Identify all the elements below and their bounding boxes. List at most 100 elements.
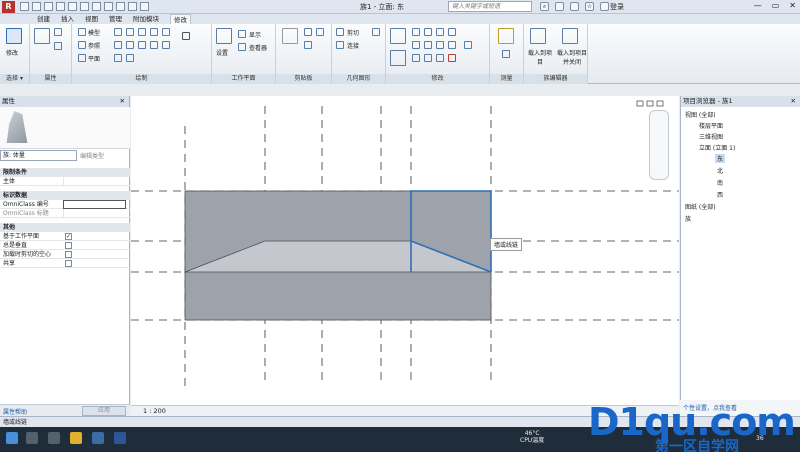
- modify-button[interactable]: 修改: [6, 48, 18, 57]
- polygon-icon[interactable]: [138, 28, 146, 36]
- tree-node-views[interactable]: 视图 (全部): [685, 110, 716, 119]
- delete-icon[interactable]: [448, 54, 456, 62]
- model-line-icon[interactable]: [78, 28, 86, 36]
- start-icon[interactable]: [6, 432, 18, 444]
- split-face-icon[interactable]: [372, 28, 380, 36]
- paste-icon[interactable]: [282, 28, 298, 44]
- login-link[interactable]: 登录: [610, 2, 624, 12]
- desktop-icon[interactable]: [48, 432, 60, 444]
- show-workplane-icon[interactable]: [238, 30, 246, 38]
- maximize-button[interactable]: ▭: [772, 1, 780, 10]
- tab-create[interactable]: 创建: [34, 14, 53, 24]
- view-scale[interactable]: 1 : 200: [143, 407, 166, 415]
- set-workplane-icon[interactable]: [216, 28, 232, 44]
- type-selector[interactable]: 族: 体量: [0, 150, 77, 161]
- category-identity[interactable]: 标识数据: [0, 191, 130, 200]
- family-types-icon[interactable]: [54, 42, 62, 50]
- apply-button[interactable]: 应用: [82, 406, 126, 416]
- ellipse-icon[interactable]: [162, 41, 170, 49]
- tree-node-north[interactable]: 北: [717, 166, 723, 175]
- properties-icon[interactable]: [34, 28, 50, 44]
- match-type-icon[interactable]: [316, 28, 324, 36]
- tab-insert[interactable]: 插入: [58, 14, 77, 24]
- open-icon[interactable]: [20, 2, 29, 11]
- workplane-based-checkbox[interactable]: ✓: [65, 233, 72, 240]
- scale-icon[interactable]: [424, 54, 432, 62]
- tree-node-sheets[interactable]: 图纸 (全部): [685, 202, 716, 211]
- load-and-close-label[interactable]: 载入到项目并关闭: [556, 48, 588, 66]
- navigation-bar[interactable]: [649, 110, 669, 180]
- offset-icon[interactable]: [412, 28, 420, 36]
- tree-node-west[interactable]: 西: [717, 190, 723, 199]
- join-geometry-icon[interactable]: [336, 41, 344, 49]
- category-other[interactable]: 其他: [0, 223, 130, 232]
- load-and-close-icon[interactable]: [562, 28, 578, 44]
- search-input[interactable]: 键入关键字或短语: [448, 1, 532, 12]
- task-view-icon[interactable]: [26, 432, 38, 444]
- tree-node-east[interactable]: 东: [715, 154, 726, 163]
- category-constraints[interactable]: 限制条件: [0, 168, 130, 177]
- spline-icon[interactable]: [150, 41, 158, 49]
- tree-node-3d-views[interactable]: 三维视图: [699, 132, 723, 141]
- close-button[interactable]: ✕: [789, 1, 796, 10]
- load-into-project-label[interactable]: 载入到项目: [526, 48, 554, 66]
- move-icon[interactable]: [390, 50, 406, 66]
- split-icon[interactable]: [448, 28, 456, 36]
- tab-view[interactable]: 视图: [82, 14, 101, 24]
- trim-extend-icon[interactable]: [448, 41, 456, 49]
- draw-model-label[interactable]: 模型: [88, 28, 100, 37]
- reference-line-icon[interactable]: [78, 41, 86, 49]
- align-icon[interactable]: [390, 28, 406, 44]
- tree-node-families[interactable]: 族: [685, 214, 691, 223]
- undo-icon[interactable]: [44, 2, 53, 11]
- workplane-viewer-label[interactable]: 查看器: [249, 43, 267, 52]
- app-menu-button[interactable]: R: [2, 1, 15, 13]
- reference-plane-icon[interactable]: [78, 54, 86, 62]
- save-icon[interactable]: [32, 2, 41, 11]
- array-icon[interactable]: [412, 54, 420, 62]
- tree-node-south[interactable]: 南: [717, 178, 723, 187]
- revit-icon[interactable]: [92, 432, 104, 444]
- thin-lines-icon[interactable]: [128, 2, 137, 11]
- tab-addins[interactable]: 附加模块: [130, 14, 162, 24]
- rectangle-icon[interactable]: [126, 28, 134, 36]
- pin-icon[interactable]: [436, 54, 444, 62]
- text-icon[interactable]: [92, 2, 101, 11]
- redo-icon[interactable]: [56, 2, 65, 11]
- type-properties-icon[interactable]: [54, 28, 62, 36]
- 3d-view-icon[interactable]: [104, 2, 113, 11]
- viewer-icon[interactable]: [238, 43, 246, 51]
- properties-close-button[interactable]: ✕: [120, 96, 125, 107]
- tree-node-floor-plans[interactable]: 楼层平面: [699, 121, 723, 130]
- shared-checkbox[interactable]: [65, 260, 72, 267]
- tab-modify[interactable]: 修改: [170, 14, 191, 24]
- measure-icon[interactable]: [80, 2, 89, 11]
- browser-close-button[interactable]: ✕: [791, 96, 796, 107]
- cut-geometry-icon[interactable]: [336, 28, 344, 36]
- mirror-draw-icon[interactable]: [436, 28, 444, 36]
- draw-plane-label[interactable]: 平面: [88, 54, 100, 63]
- circle-icon[interactable]: [150, 28, 158, 36]
- cut-icon[interactable]: [304, 28, 312, 36]
- subscription-icon[interactable]: [555, 2, 564, 11]
- measure-icon[interactable]: [498, 28, 514, 44]
- fillet-arc-icon[interactable]: [138, 41, 146, 49]
- arc-icon[interactable]: [162, 28, 170, 36]
- rotate-icon[interactable]: [424, 41, 432, 49]
- mirror-axis-icon[interactable]: [424, 28, 432, 36]
- drawing-canvas[interactable]: 墙或线链: [131, 96, 679, 405]
- elevation-drawing[interactable]: [131, 96, 679, 405]
- copy-element-icon[interactable]: [412, 41, 420, 49]
- cut-voids-checkbox[interactable]: [65, 251, 72, 258]
- properties-help-link[interactable]: 属性帮助: [3, 407, 27, 416]
- communication-icon[interactable]: [570, 2, 579, 11]
- print-icon[interactable]: [68, 2, 77, 11]
- line-icon[interactable]: [114, 28, 122, 36]
- draw-reference-label[interactable]: 参照: [88, 41, 100, 50]
- user-icon[interactable]: [600, 2, 609, 11]
- pick-face-icon[interactable]: [126, 54, 134, 62]
- omniclass-number-field[interactable]: [63, 200, 126, 209]
- chrome-icon[interactable]: [70, 432, 82, 444]
- arc-center-icon[interactable]: [126, 41, 134, 49]
- geometry-join-label[interactable]: 连接: [347, 41, 359, 50]
